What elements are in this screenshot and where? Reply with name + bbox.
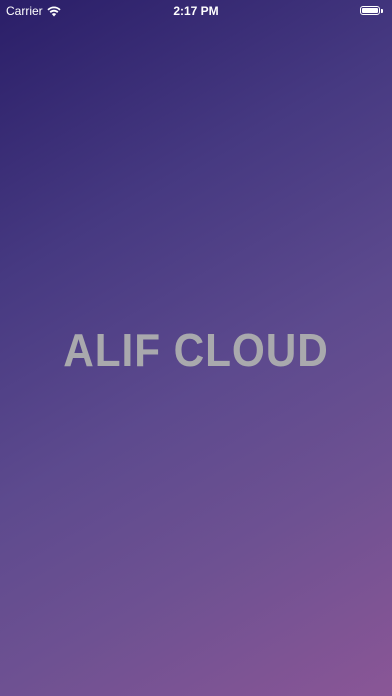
status-bar: Carrier 2:17 PM: [0, 0, 392, 22]
battery-icon: [360, 5, 384, 16]
battery-fill: [362, 8, 378, 13]
status-time: 2:17 PM: [173, 4, 219, 18]
app-logo-title: ALIF CLOUD: [63, 324, 329, 376]
splash-screen: Carrier 2:17 PM ALIF CLOUD: [0, 0, 392, 696]
battery-body: [360, 6, 380, 15]
battery-cap: [381, 8, 383, 13]
